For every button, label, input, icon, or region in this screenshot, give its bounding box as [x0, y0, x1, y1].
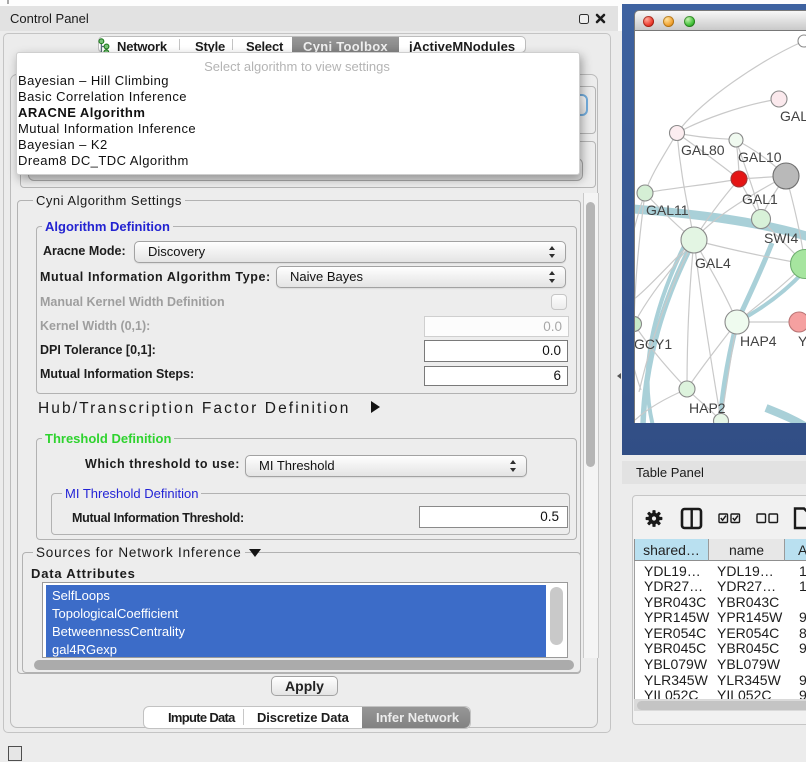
- svg-text:GAL10: GAL10: [738, 149, 782, 165]
- svg-text:GCY1: GCY1: [634, 336, 672, 352]
- svg-text:GAL1: GAL1: [742, 191, 778, 207]
- svg-text:SWI4: SWI4: [764, 230, 798, 246]
- svg-text:GAL11: GAL11: [646, 202, 689, 218]
- svg-text:GAL7: GAL7: [780, 108, 806, 124]
- svg-text:YJL219W: YJL219W: [798, 333, 806, 349]
- svg-text:GAL4: GAL4: [695, 255, 731, 271]
- svg-text:GAL80: GAL80: [681, 142, 725, 158]
- svg-text:HAP2: HAP2: [689, 400, 726, 416]
- svg-text:HAP4: HAP4: [740, 333, 777, 349]
